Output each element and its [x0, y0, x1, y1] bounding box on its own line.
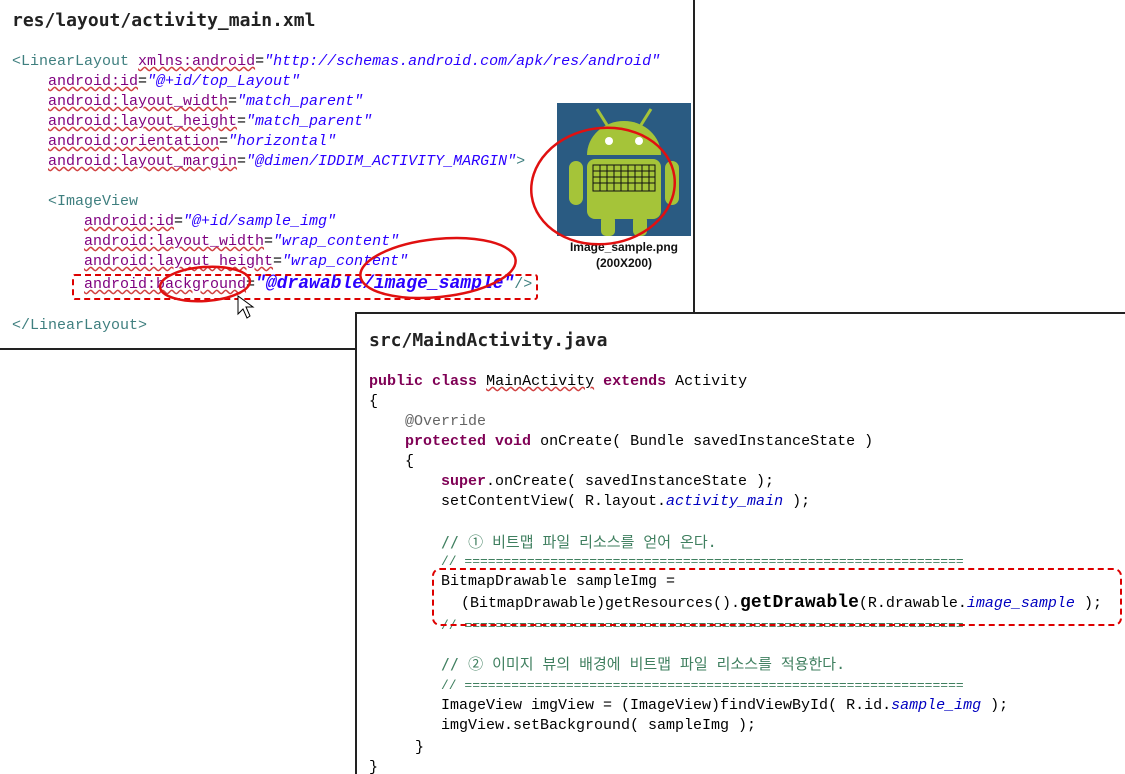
- comment-line: // =====================================…: [441, 678, 964, 693]
- code-line: <LinearLayout xmlns:android="http://sche…: [12, 53, 661, 70]
- xml-value: "@dimen/IDDIM_ACTIVITY_MARGIN": [246, 153, 517, 170]
- code-line: android:layout_width="wrap_content": [84, 233, 400, 250]
- image-size-caption: (200X200): [595, 256, 653, 270]
- xml-attr: xmlns:android: [138, 53, 256, 70]
- code-line: }: [369, 759, 379, 774]
- xml-code-panel: res/layout/activity_main.xml <LinearLayo…: [0, 0, 695, 350]
- code-text: );: [783, 493, 811, 510]
- code-line: android:layout_margin="@dimen/IDDIM_ACTI…: [48, 153, 526, 170]
- code-text: );: [981, 697, 1009, 714]
- xml-tag: </LinearLayout>: [12, 317, 148, 334]
- xml-value: "http://schemas.android.com/apk/res/andr…: [264, 53, 661, 70]
- xml-tag: <LinearLayout: [12, 53, 130, 70]
- code-line: ImageView imgView = (ImageView)findViewB…: [441, 696, 1008, 716]
- xml-attr: android:orientation: [48, 133, 220, 150]
- xml-attr: android:id: [48, 73, 139, 90]
- parent-class: Activity: [675, 373, 748, 390]
- xml-attr: android:layout_width: [48, 93, 229, 110]
- code-line: android:id="@+id/sample_img": [84, 213, 337, 230]
- xml-file-title: res/layout/activity_main.xml: [12, 10, 316, 31]
- xml-value: "wrap_content": [282, 253, 409, 270]
- android-robot-image: [557, 103, 691, 236]
- code-line: setContentView( R.layout.activity_main )…: [441, 492, 810, 512]
- comment-line: // ① 비트맵 파일 리소스를 얻어 온다.: [441, 533, 717, 551]
- xml-value: "wrap_content": [273, 233, 400, 250]
- code-line: android:orientation="horizontal": [48, 133, 337, 150]
- keyword: extends: [603, 373, 667, 390]
- keyword: class: [432, 373, 478, 390]
- image-caption: Image_sample.png: [569, 240, 679, 254]
- xml-value: "match_parent": [246, 113, 373, 130]
- xml-value: "match_parent": [237, 93, 364, 110]
- comment-line: // ② 이미지 뷰의 배경에 비트맵 파일 리소스를 적용한다.: [441, 655, 846, 673]
- code-line: }: [415, 739, 425, 756]
- xml-value: "@+id/sample_img": [183, 213, 337, 230]
- xml-attr: android:layout_width: [84, 233, 265, 250]
- code-line: android:layout_height="wrap_content": [84, 253, 409, 270]
- field-name: sample_img: [891, 697, 982, 714]
- highlight-box: [432, 568, 1122, 626]
- code-line: </LinearLayout>: [12, 316, 147, 336]
- keyword: protected: [405, 433, 487, 450]
- code-line: <ImageView: [48, 192, 138, 212]
- keyword: public: [369, 373, 424, 390]
- xml-attr: android:layout_height: [48, 113, 238, 130]
- xml-value: "horizontal": [228, 133, 337, 150]
- keyword: super: [441, 473, 487, 490]
- code-line: android:layout_width="match_parent": [48, 93, 364, 110]
- code-line: protected void onCreate( Bundle savedIns…: [405, 432, 873, 452]
- xml-tag-end: >: [516, 153, 526, 170]
- code-line: android:id="@+id/top_Layout": [48, 73, 301, 90]
- code-line: {: [369, 393, 379, 410]
- code-text: setContentView( R.layout.: [441, 493, 667, 510]
- xml-tag: <ImageView: [48, 193, 139, 210]
- method-signature: onCreate( Bundle savedInstanceState ): [540, 433, 874, 450]
- xml-attr: android:layout_margin: [48, 153, 238, 170]
- code-line: super.onCreate( savedInstanceState );: [441, 472, 774, 492]
- code-line: public class MainActivity extends Activi…: [369, 372, 747, 392]
- java-code-panel: src/MaindActivity.java public class Main…: [355, 312, 1125, 774]
- code-line: @Override: [405, 413, 487, 430]
- highlight-box: [72, 274, 538, 300]
- class-name: MainActivity: [486, 373, 595, 390]
- code-text: .onCreate( savedInstanceState );: [486, 473, 775, 490]
- xml-value: "@+id/top_Layout": [147, 73, 301, 90]
- field-name: activity_main: [666, 493, 784, 510]
- code-line: {: [405, 453, 415, 470]
- keyword: void: [495, 433, 532, 450]
- xml-attr: android:layout_height: [84, 253, 274, 270]
- code-line: imgView.setBackground( sampleImg );: [441, 717, 757, 734]
- xml-attr: android:id: [84, 213, 175, 230]
- code-text: ImageView imgView = (ImageView)findViewB…: [441, 697, 892, 714]
- java-file-title: src/MaindActivity.java: [369, 330, 608, 351]
- code-line: android:layout_height="match_parent": [48, 113, 373, 130]
